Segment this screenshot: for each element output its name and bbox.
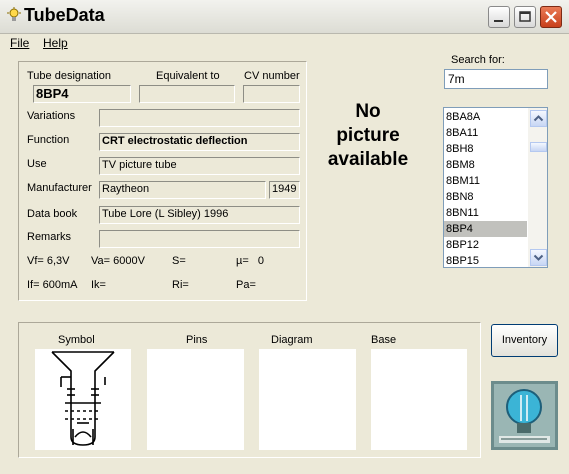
- cv-number-field[interactable]: [243, 85, 300, 103]
- base-image: [371, 349, 467, 450]
- list-item-selected[interactable]: 8BP4: [444, 221, 527, 237]
- pins-label: Pins: [186, 334, 208, 346]
- close-button[interactable]: [540, 6, 562, 28]
- list-item[interactable]: 8BM11: [444, 173, 527, 189]
- search-input[interactable]: [444, 69, 548, 89]
- tube-logo-icon: [491, 381, 558, 450]
- function-label: Function: [27, 134, 70, 146]
- va-value: Va= 6000V: [91, 255, 145, 267]
- crt-symbol-icon: [51, 351, 115, 446]
- equivalent-to-field[interactable]: [139, 85, 235, 103]
- chevron-up-icon: [533, 115, 544, 122]
- symbol-label: Symbol: [58, 334, 95, 346]
- data-book-field[interactable]: Tube Lore (L Sibley) 1996: [99, 206, 300, 224]
- if-value: If= 600mA: [27, 279, 78, 291]
- use-field[interactable]: TV picture tube: [99, 157, 300, 175]
- diagram-label: Diagram: [271, 334, 313, 346]
- use-label: Use: [27, 158, 47, 170]
- menu-bar: [0, 33, 569, 52]
- list-item[interactable]: 8BM8: [444, 157, 527, 173]
- list-item[interactable]: 8BP12: [444, 237, 527, 253]
- maximize-button[interactable]: [514, 6, 536, 28]
- symbol-image: [35, 349, 131, 450]
- tube-list[interactable]: 8BA8A 8BA11 8BH8 8BM8 8BM11 8BN8 8BN11 8…: [443, 107, 548, 268]
- scroll-down-button[interactable]: [530, 249, 547, 266]
- search-label: Search for:: [451, 54, 505, 66]
- manufacturer-label: Manufacturer: [27, 182, 92, 194]
- tube-designation-label: Tube designation: [27, 70, 111, 82]
- function-field[interactable]: CRT electrostatic deflection: [99, 133, 300, 151]
- pa-value: Pa=: [236, 279, 256, 291]
- s-value: S=: [172, 255, 186, 267]
- mu-value: µ= 0: [236, 255, 265, 267]
- base-label: Base: [371, 334, 397, 346]
- menu-file[interactable]: File: [10, 36, 29, 50]
- no-picture-text: No picture available: [327, 101, 409, 170]
- window-title: TubeData: [24, 5, 105, 25]
- maximize-icon: [519, 11, 531, 22]
- manufacturer-field[interactable]: Raytheon: [99, 181, 266, 199]
- list-item[interactable]: 8BN11: [444, 205, 527, 221]
- list-item[interactable]: 8BA11: [444, 125, 527, 141]
- menu-help[interactable]: Help: [43, 36, 68, 50]
- minimize-button[interactable]: [488, 6, 510, 28]
- pins-image: [147, 349, 244, 450]
- variations-label: Variations: [27, 110, 76, 122]
- chevron-down-icon: [533, 254, 544, 261]
- lightbulb-icon: [7, 7, 21, 21]
- scroll-thumb[interactable]: [530, 142, 547, 152]
- scroll-up-button[interactable]: [530, 110, 547, 127]
- vf-value: Vf= 6,3V: [27, 255, 70, 267]
- tube-designation-field[interactable]: 8BP4: [33, 85, 131, 103]
- cv-number-label: CV number: [244, 70, 300, 82]
- list-item[interactable]: 8BA8A: [444, 109, 527, 125]
- data-book-label: Data book: [27, 208, 78, 220]
- year-field[interactable]: 1949: [269, 181, 300, 199]
- remarks-label: Remarks: [27, 231, 72, 243]
- ik-value: Ik=: [91, 279, 106, 291]
- remarks-field[interactable]: [99, 230, 300, 248]
- inventory-button[interactable]: Inventory: [491, 324, 558, 357]
- minimize-icon: [494, 20, 503, 22]
- close-icon: [545, 11, 557, 23]
- list-item[interactable]: 8BP15: [444, 253, 527, 267]
- equivalent-to-label: Equivalent to: [156, 70, 220, 82]
- diagram-image: [259, 349, 356, 450]
- list-item[interactable]: 8BN8: [444, 189, 527, 205]
- list-item[interactable]: 8BH8: [444, 141, 527, 157]
- ri-value: Ri=: [172, 279, 189, 291]
- list-scrollbar[interactable]: [528, 108, 547, 267]
- variations-field[interactable]: [99, 109, 300, 127]
